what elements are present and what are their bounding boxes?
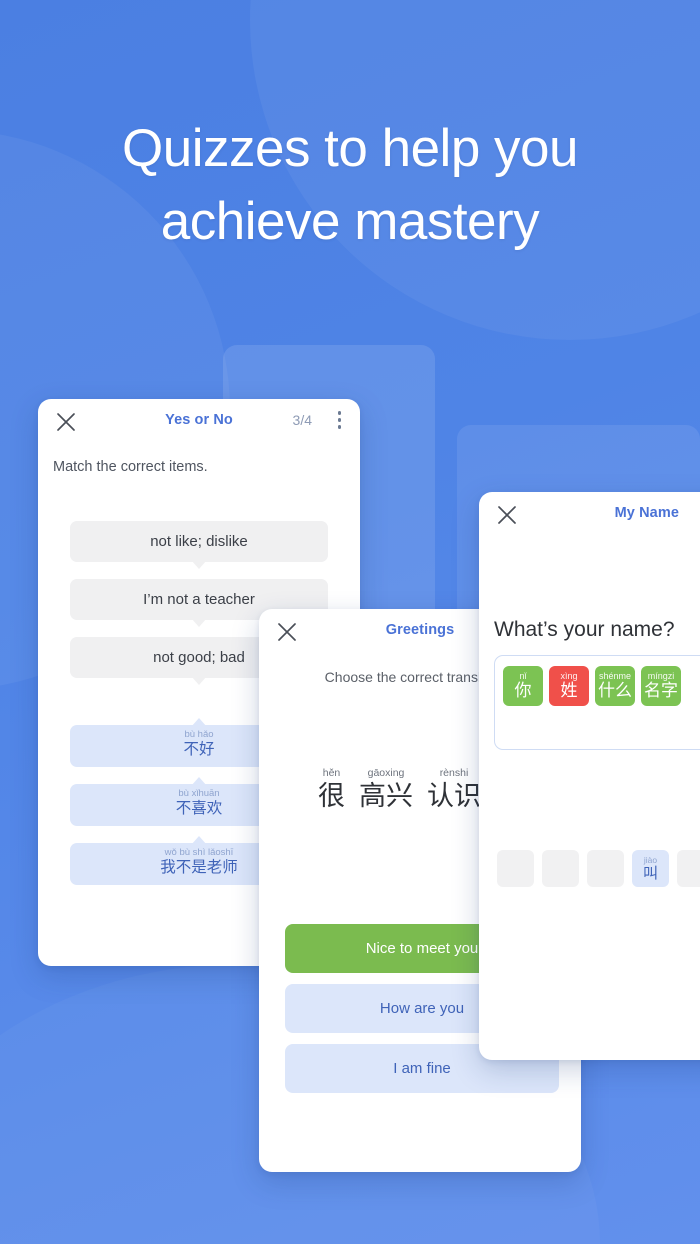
english-option-chip[interactable]: not like; dislike (70, 521, 328, 562)
close-icon[interactable] (496, 504, 518, 526)
pinyin-text: hěn (322, 767, 341, 779)
word-bank-tile-empty[interactable] (587, 850, 624, 887)
hanzi-text: 很 (318, 781, 345, 811)
card-title: My Name (614, 505, 679, 521)
word-bank-tile-empty[interactable] (542, 850, 579, 887)
pinyin-text: xìng (560, 671, 578, 681)
hanzi-text: 名字 (644, 681, 678, 700)
selected-word-tiles: nǐ 你 xìng 姓 shénme 什么 míngzi 名字 (503, 666, 681, 706)
card-header: Yes or No 3/4 (38, 399, 360, 445)
hanzi-text: 高兴 (359, 781, 413, 811)
hanzi-text: 叫 (642, 864, 658, 882)
headline-line-1: Quizzes to help you (122, 119, 578, 178)
word-bank-row: jiào 叫 (497, 850, 700, 887)
sentence-word: gāoxing 高兴 (359, 767, 413, 813)
word-tile[interactable]: míngzi 名字 (641, 666, 681, 706)
page-title: Quizzes to help you achieve mastery (0, 112, 700, 258)
pinyin-text: gāoxing (367, 767, 405, 779)
instruction-text: Match the correct items. (53, 459, 208, 475)
card-header: My Name (479, 492, 700, 538)
word-bank-tile-empty[interactable] (677, 850, 700, 887)
sentence-word: hěn 很 (318, 767, 345, 813)
hanzi-text: 姓 (560, 681, 578, 700)
quiz-card-my-name: My Name What’s your name? nǐ 你 xìng 姓 sh… (479, 492, 700, 1060)
question-counter: 3/4 (292, 412, 312, 428)
hanzi-text: 认识 (427, 781, 481, 811)
pinyin-text: shénme (598, 671, 632, 681)
pinyin-text: nǐ (519, 671, 527, 681)
sentence-word: rènshi 认识 (427, 767, 481, 813)
word-tile[interactable]: shénme 什么 (595, 666, 635, 706)
hanzi-text: 什么 (598, 681, 632, 700)
headline-line-2: achieve mastery (160, 192, 540, 251)
word-tile[interactable]: xìng 姓 (549, 666, 589, 706)
pinyin-text: jiào (643, 854, 658, 865)
word-bank-tile[interactable]: jiào 叫 (632, 850, 669, 887)
word-tile[interactable]: nǐ 你 (503, 666, 543, 706)
word-bank-tile-empty[interactable] (497, 850, 534, 887)
pinyin-text: míngzi (647, 671, 675, 681)
pinyin-text: rènshi (439, 767, 469, 779)
kebab-menu-icon[interactable] (337, 411, 342, 432)
hanzi-text: 你 (514, 681, 532, 700)
answer-input-box[interactable]: nǐ 你 xìng 姓 shénme 什么 míngzi 名字 (494, 655, 700, 750)
question-prompt: What’s your name? (494, 618, 675, 641)
